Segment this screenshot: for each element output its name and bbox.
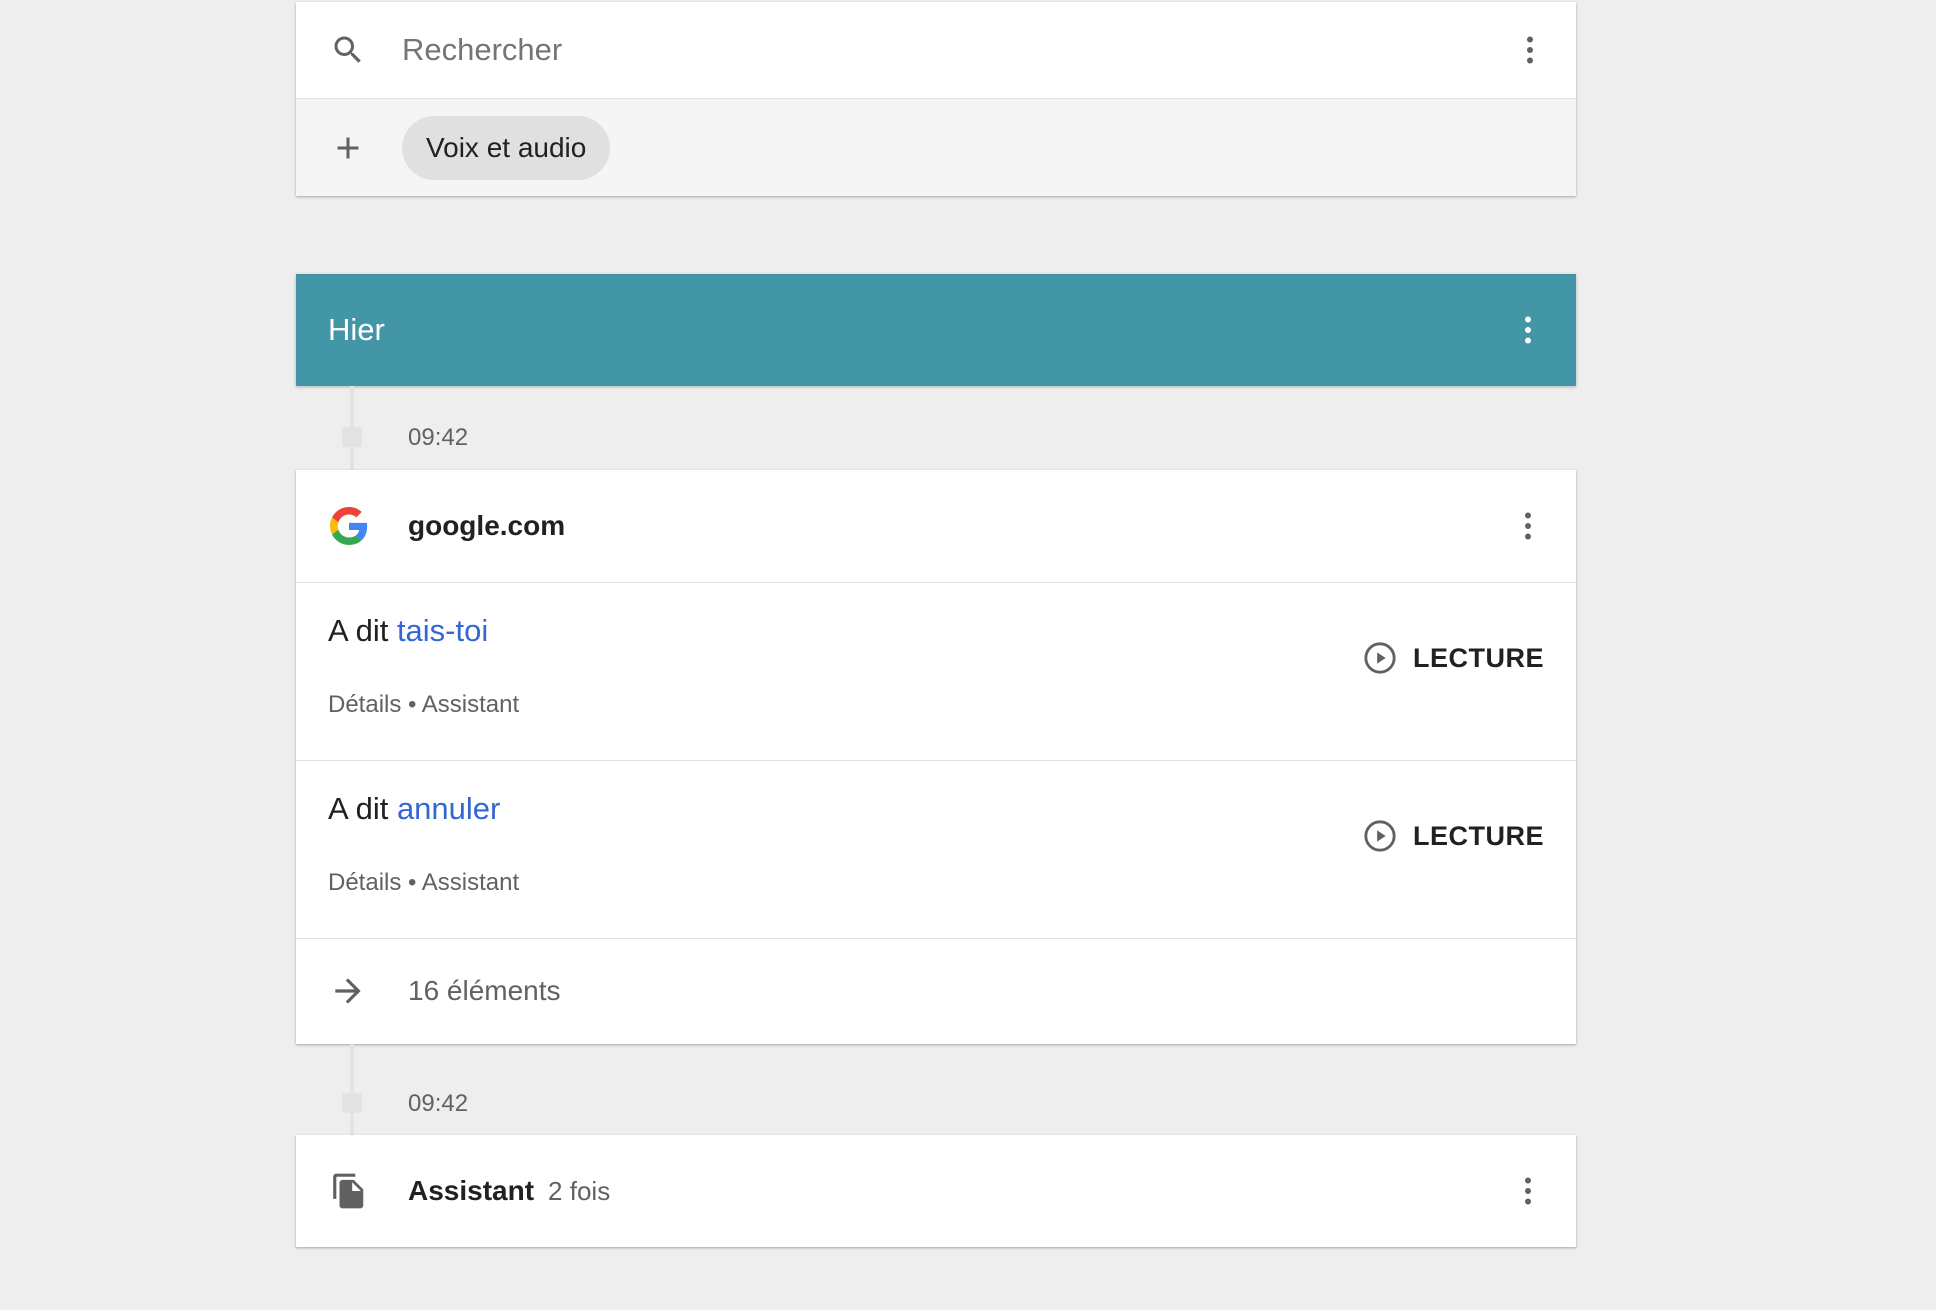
bundle-count: 2 fois <box>548 1175 611 1206</box>
filter-chip-voice-audio[interactable]: Voix et audio <box>402 115 611 180</box>
more-vert-icon[interactable] <box>1504 1167 1552 1215</box>
more-vert-icon[interactable] <box>1506 26 1554 74</box>
play-label: LECTURE <box>1413 820 1544 851</box>
google-g-icon <box>330 507 368 545</box>
play-button[interactable]: LECTURE <box>1363 633 1544 683</box>
product-label: Assistant <box>421 691 520 718</box>
more-items-link[interactable]: 16 éléments <box>296 939 1576 1043</box>
items-count: 16 éléments <box>408 975 561 1006</box>
details-link[interactable]: Détails <box>328 869 401 896</box>
time-label: 09:42 <box>408 424 469 451</box>
entry-said: A dit annuler <box>328 791 500 827</box>
bundle-card[interactable]: Assistant 2 fois <box>296 1135 1576 1247</box>
query-link[interactable]: tais-toi <box>397 613 488 648</box>
filter-bar: Voix et audio <box>296 99 1576 196</box>
search-bar <box>296 2 1576 99</box>
details-link[interactable]: Détails <box>328 691 401 718</box>
site-name[interactable]: google.com <box>408 510 1504 542</box>
documents-icon <box>330 1171 368 1211</box>
play-button[interactable]: LECTURE <box>1363 811 1544 861</box>
bundle-name: Assistant <box>408 1175 535 1206</box>
activity-card-header: google.com <box>296 470 1576 583</box>
product-label: Assistant <box>421 869 520 896</box>
query-link[interactable]: annuler <box>397 791 500 826</box>
said-prefix: A dit <box>328 613 397 648</box>
timeline-dot <box>342 427 362 447</box>
day-header: Hier <box>296 274 1576 386</box>
entry-meta: Détails • Assistant <box>328 869 519 897</box>
timeline-line <box>350 1044 354 1135</box>
said-prefix: A dit <box>328 791 397 826</box>
timeline-dot <box>342 1093 362 1113</box>
activity-entry: A dit tais-toi Détails • Assistant LECTU… <box>296 583 1576 761</box>
arrow-forward-icon <box>328 971 368 1011</box>
entry-meta: Détails • Assistant <box>328 691 519 719</box>
meta-separator: • <box>408 691 417 718</box>
play-circle-icon <box>1363 819 1397 853</box>
more-vert-icon[interactable] <box>1504 502 1552 550</box>
search-input[interactable] <box>402 22 1506 78</box>
meta-separator: • <box>408 869 417 896</box>
search-card: Voix et audio <box>296 2 1576 196</box>
activity-entry: A dit annuler Détails • Assistant LECTUR… <box>296 761 1576 939</box>
time-label: 09:42 <box>408 1090 469 1117</box>
play-label: LECTURE <box>1413 642 1544 673</box>
play-circle-icon <box>1363 641 1397 675</box>
day-title: Hier <box>328 312 385 347</box>
activity-card: google.com A dit tais-toi Détails • Assi… <box>296 470 1576 1044</box>
entry-said: A dit tais-toi <box>328 613 488 649</box>
add-icon[interactable] <box>326 126 370 170</box>
search-icon[interactable] <box>326 28 370 72</box>
more-vert-icon[interactable] <box>1504 306 1552 354</box>
